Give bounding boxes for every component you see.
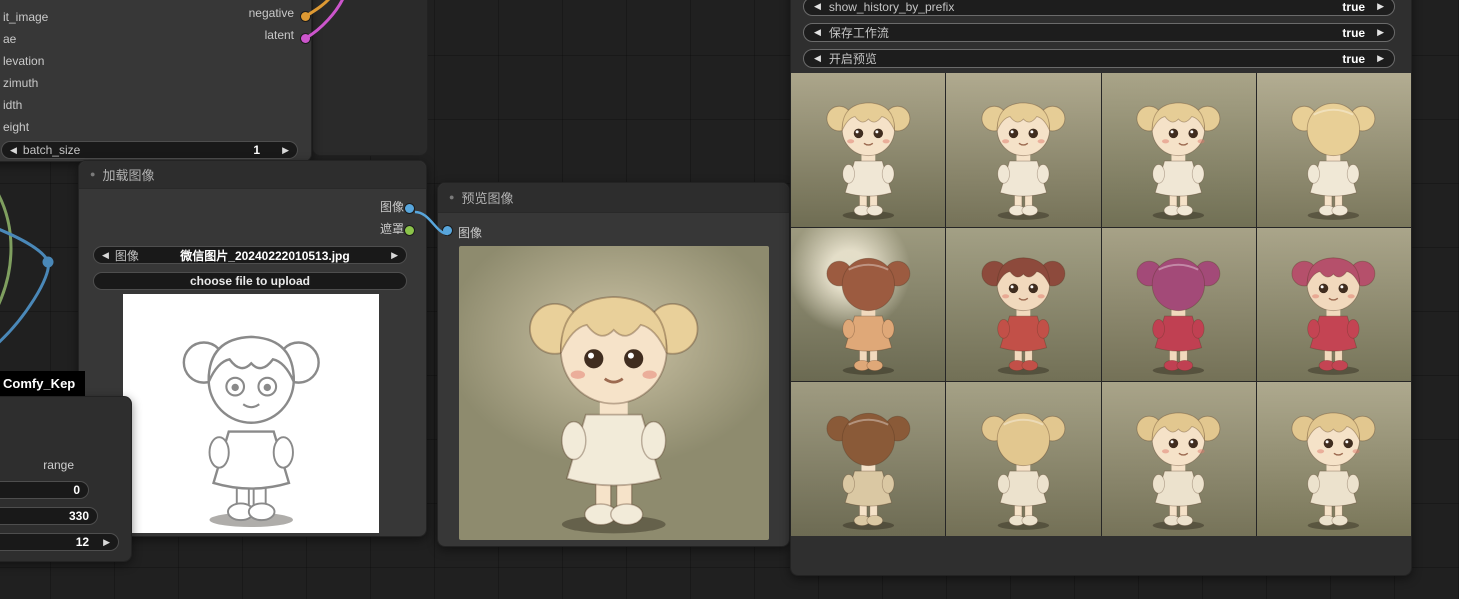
increment-icon[interactable]: ▶ xyxy=(282,146,289,155)
number-widget-2[interactable]: 330 xyxy=(0,507,98,525)
cropped-node-body[interactable] xyxy=(312,0,428,156)
number-widget-value: 330 xyxy=(69,509,89,523)
number-widget-3[interactable]: 12 ▶ xyxy=(0,533,119,551)
input-slot-label: eight xyxy=(3,116,48,138)
latent-output-dot[interactable] xyxy=(301,34,310,43)
batch-size-value: 1 xyxy=(253,143,260,157)
input-slot-label: levation xyxy=(3,50,48,72)
history-image-cell xyxy=(1257,382,1411,536)
choose-file-button[interactable]: choose file to upload xyxy=(93,272,407,290)
cropped-widget-node[interactable]: range 0 330 12 ▶ xyxy=(0,396,132,562)
history-image-cell xyxy=(791,228,945,382)
conditioning-input-list: it_image ae levation zimuth idth eight xyxy=(3,6,48,138)
lineart-image xyxy=(123,294,379,533)
image-history-node[interactable]: ◀ show_history_by_prefix true ▶ ◀ 保存工作流 … xyxy=(790,0,1412,576)
history-image-cell xyxy=(1102,382,1256,536)
batch-size-label: batch_size xyxy=(23,143,80,157)
increment-icon[interactable]: ▶ xyxy=(103,538,110,547)
input-slot-label: it_image xyxy=(3,6,48,28)
output-slot-label-latent: latent xyxy=(265,28,294,42)
collapse-dot-icon[interactable]: ● xyxy=(90,170,95,179)
history-grid xyxy=(791,73,1411,536)
toggle-right-icon[interactable]: ▶ xyxy=(1377,28,1384,37)
mask-output-dot[interactable] xyxy=(405,226,414,235)
preview-image xyxy=(459,246,769,540)
number-widget-value: 12 xyxy=(76,535,89,549)
history-image-cell xyxy=(791,73,945,227)
toggle-left-icon[interactable]: ◀ xyxy=(814,54,821,63)
blue-wire xyxy=(0,228,48,345)
reroute-dot xyxy=(43,257,54,268)
number-widget-1[interactable]: 0 xyxy=(0,481,89,499)
collapse-dot-icon[interactable]: ● xyxy=(449,193,454,202)
history-image-cell xyxy=(1102,73,1256,227)
toggle-left-icon[interactable]: ◀ xyxy=(814,28,821,37)
history-image-cell xyxy=(946,73,1100,227)
conditioning-node[interactable]: it_image ae levation zimuth idth eight n… xyxy=(0,0,312,162)
mask-output-label: 遮罩 xyxy=(380,220,404,237)
toggle-value: true xyxy=(1342,26,1365,40)
number-widget-value: 0 xyxy=(73,483,80,497)
toggle-enable-preview[interactable]: ◀ 开启预览 true ▶ xyxy=(803,49,1395,68)
preview-image-node[interactable]: ● 预览图像 图像 xyxy=(437,182,790,547)
toggle-value: true xyxy=(1342,0,1365,14)
history-image-cell xyxy=(946,228,1100,382)
preview-title-bar[interactable]: ● 预览图像 xyxy=(438,183,789,213)
negative-output-dot[interactable] xyxy=(301,12,310,21)
toggle-show-history-by-prefix[interactable]: ◀ show_history_by_prefix true ▶ xyxy=(803,0,1395,16)
toggle-label: 保存工作流 xyxy=(829,24,889,41)
image-output-dot[interactable] xyxy=(405,204,414,213)
input-slot-label: zimuth xyxy=(3,72,48,94)
image-filename-value: 微信图片_20240222010513.jpg xyxy=(139,247,391,264)
load-image-title-bar[interactable]: ● 加载图像 xyxy=(79,161,426,189)
next-file-icon[interactable]: ▶ xyxy=(391,251,398,260)
toggle-value: true xyxy=(1342,52,1365,66)
input-slot-label: idth xyxy=(3,94,48,116)
toggle-right-icon[interactable]: ▶ xyxy=(1377,54,1384,63)
green-wire xyxy=(0,190,11,310)
history-image-cell xyxy=(791,382,945,536)
preview-title: 预览图像 xyxy=(461,188,513,207)
image-input-label: 图像 xyxy=(458,224,482,241)
history-image-cell xyxy=(1102,228,1256,382)
prev-file-icon[interactable]: ◀ xyxy=(102,251,109,260)
input-slot-label: ae xyxy=(3,28,48,50)
load-image-title: 加载图像 xyxy=(102,165,154,184)
history-image-cell xyxy=(1257,73,1411,227)
image-widget-label: 图像 xyxy=(115,247,139,264)
toggle-save-workflow[interactable]: ◀ 保存工作流 true ▶ xyxy=(803,23,1395,42)
range-label: range xyxy=(43,458,74,472)
decrement-icon[interactable]: ◀ xyxy=(10,146,17,155)
image-input-dot[interactable] xyxy=(443,226,452,235)
history-image-cell xyxy=(1257,228,1411,382)
toggle-label: show_history_by_prefix xyxy=(829,0,954,14)
image-output-label: 图像 xyxy=(380,198,404,215)
image-filename-widget[interactable]: ◀ 图像 微信图片_20240222010513.jpg ▶ xyxy=(93,246,407,264)
toggle-right-icon[interactable]: ▶ xyxy=(1377,2,1384,11)
history-image-cell xyxy=(946,382,1100,536)
toggle-left-icon[interactable]: ◀ xyxy=(814,2,821,11)
toggle-label: 开启预览 xyxy=(829,50,877,67)
collapsed-node-title[interactable]: Comfy_Kep xyxy=(0,371,85,396)
batch-size-widget[interactable]: ◀ batch_size 1 ▶ xyxy=(1,141,298,159)
comfyui-canvas[interactable]: it_image ae levation zimuth idth eight n… xyxy=(0,0,1459,599)
output-slot-label-negative: negative xyxy=(249,6,294,20)
